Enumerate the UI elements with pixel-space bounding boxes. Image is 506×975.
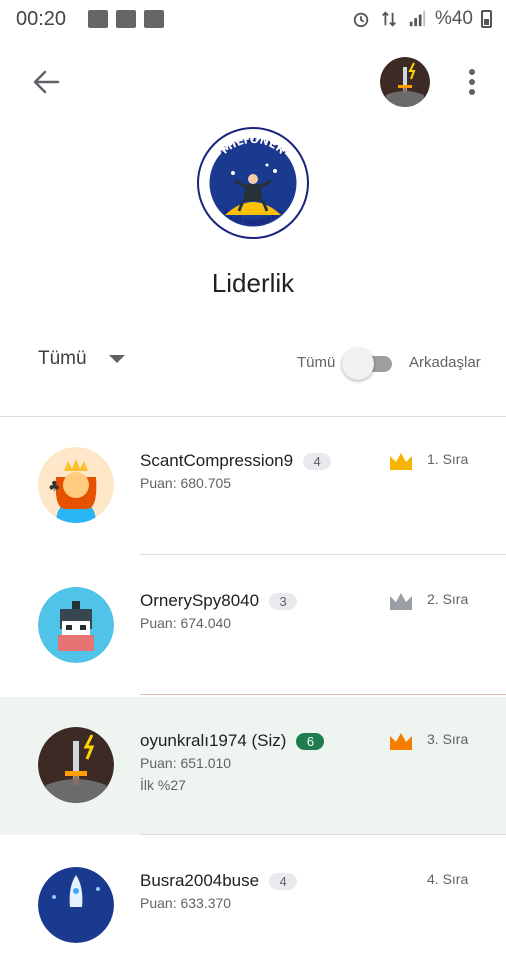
crown-bronze-icon xyxy=(390,733,412,750)
player-points: Puan: 633.370 xyxy=(140,895,232,911)
battery-icon xyxy=(481,10,492,28)
avatar xyxy=(38,727,114,803)
row-divider xyxy=(140,834,506,835)
row-divider xyxy=(140,694,506,695)
toggle-thumb[interactable] xyxy=(342,348,374,380)
alarm-icon xyxy=(353,12,369,28)
leaderboard-row-self[interactable]: oyunkralı1974 (Siz) 6 Puan: 651.010 İlk … xyxy=(0,697,506,835)
avatar: ♣ xyxy=(38,447,114,523)
player-name: Busra2004buse xyxy=(140,871,260,890)
queen-avatar-icon: ♣ xyxy=(38,447,114,523)
filter-dropdown[interactable]: Tümü xyxy=(38,348,125,370)
avatar xyxy=(38,587,114,663)
svg-text:♣: ♣ xyxy=(48,479,61,495)
player-points: Puan: 651.010 xyxy=(140,755,232,771)
leaderboard-row[interactable]: OrnerySpy8040 3 Puan: 674.040 2. Sıra xyxy=(0,557,506,695)
chevron-down-icon xyxy=(108,355,125,363)
level-badge: 6 xyxy=(296,732,325,750)
game-logo: BİLGİ YARIŞMASI MİLYONER BİLGİ YARIŞMASI xyxy=(197,127,309,239)
player-name: ScantCompression9 xyxy=(140,451,294,470)
weather-icon xyxy=(88,10,108,28)
toggle-label-all: Tümü xyxy=(297,354,336,371)
player-name-line: Busra2004buse 4 xyxy=(140,871,298,891)
leaderboard-row[interactable]: ♣ ScantCompression9 4 Puan: 680.705 1. S… xyxy=(0,417,506,555)
more-vert-icon xyxy=(469,69,475,95)
filter-dropdown-value: Tümü xyxy=(38,348,87,369)
data-arrows-icon xyxy=(382,11,396,27)
rank-label: 4. Sıra xyxy=(427,871,469,887)
level-badge: 3 xyxy=(269,592,298,610)
sword-avatar-icon xyxy=(380,57,430,107)
level-badge: 4 xyxy=(303,452,332,470)
status-bar: 00:20 %40 xyxy=(0,0,506,40)
player-name: oyunkralı1974 (Siz) xyxy=(140,731,287,750)
player-name-line: oyunkralı1974 (Siz) 6 xyxy=(140,731,325,751)
arrow-back-icon xyxy=(33,70,60,94)
rank-label: 3. Sıra xyxy=(427,731,469,747)
signal-icon xyxy=(409,10,426,27)
player-points: Puan: 680.705 xyxy=(140,475,232,491)
status-notification-icons xyxy=(88,10,164,28)
player-name-line: ScantCompression9 4 xyxy=(140,451,332,471)
friends-toggle[interactable] xyxy=(342,348,396,380)
level-badge: 4 xyxy=(269,872,298,890)
avatar xyxy=(38,867,114,943)
player-name-line: OrnerySpy8040 3 xyxy=(140,591,298,611)
player-percentile: İlk %27 xyxy=(140,777,186,793)
rocket-avatar-icon xyxy=(38,867,114,943)
back-button[interactable] xyxy=(26,62,66,102)
player-points: Puan: 674.040 xyxy=(140,615,232,631)
image-icon xyxy=(116,10,136,28)
battery-text: %40 xyxy=(434,8,473,29)
crown-silver-icon xyxy=(390,593,412,610)
player-avatar-button[interactable] xyxy=(380,57,430,107)
toggle-label-friends: Arkadaşlar xyxy=(409,354,481,371)
rank-label: 2. Sıra xyxy=(427,591,469,607)
sim-icon xyxy=(144,10,164,28)
sword-avatar-icon xyxy=(38,727,114,803)
page-title: Liderlik xyxy=(211,268,295,298)
robot-avatar-icon xyxy=(38,587,114,663)
status-system-icons: %40 xyxy=(351,8,492,30)
leaderboard-row[interactable]: Busra2004buse 4 Puan: 633.370 4. Sıra xyxy=(0,837,506,975)
player-name: OrnerySpy8040 xyxy=(140,591,260,610)
more-options-button[interactable] xyxy=(458,64,486,100)
row-divider xyxy=(140,554,506,555)
crown-gold-icon xyxy=(390,453,412,470)
rank-label: 1. Sıra xyxy=(427,451,469,467)
status-time: 00:20 xyxy=(16,8,67,30)
